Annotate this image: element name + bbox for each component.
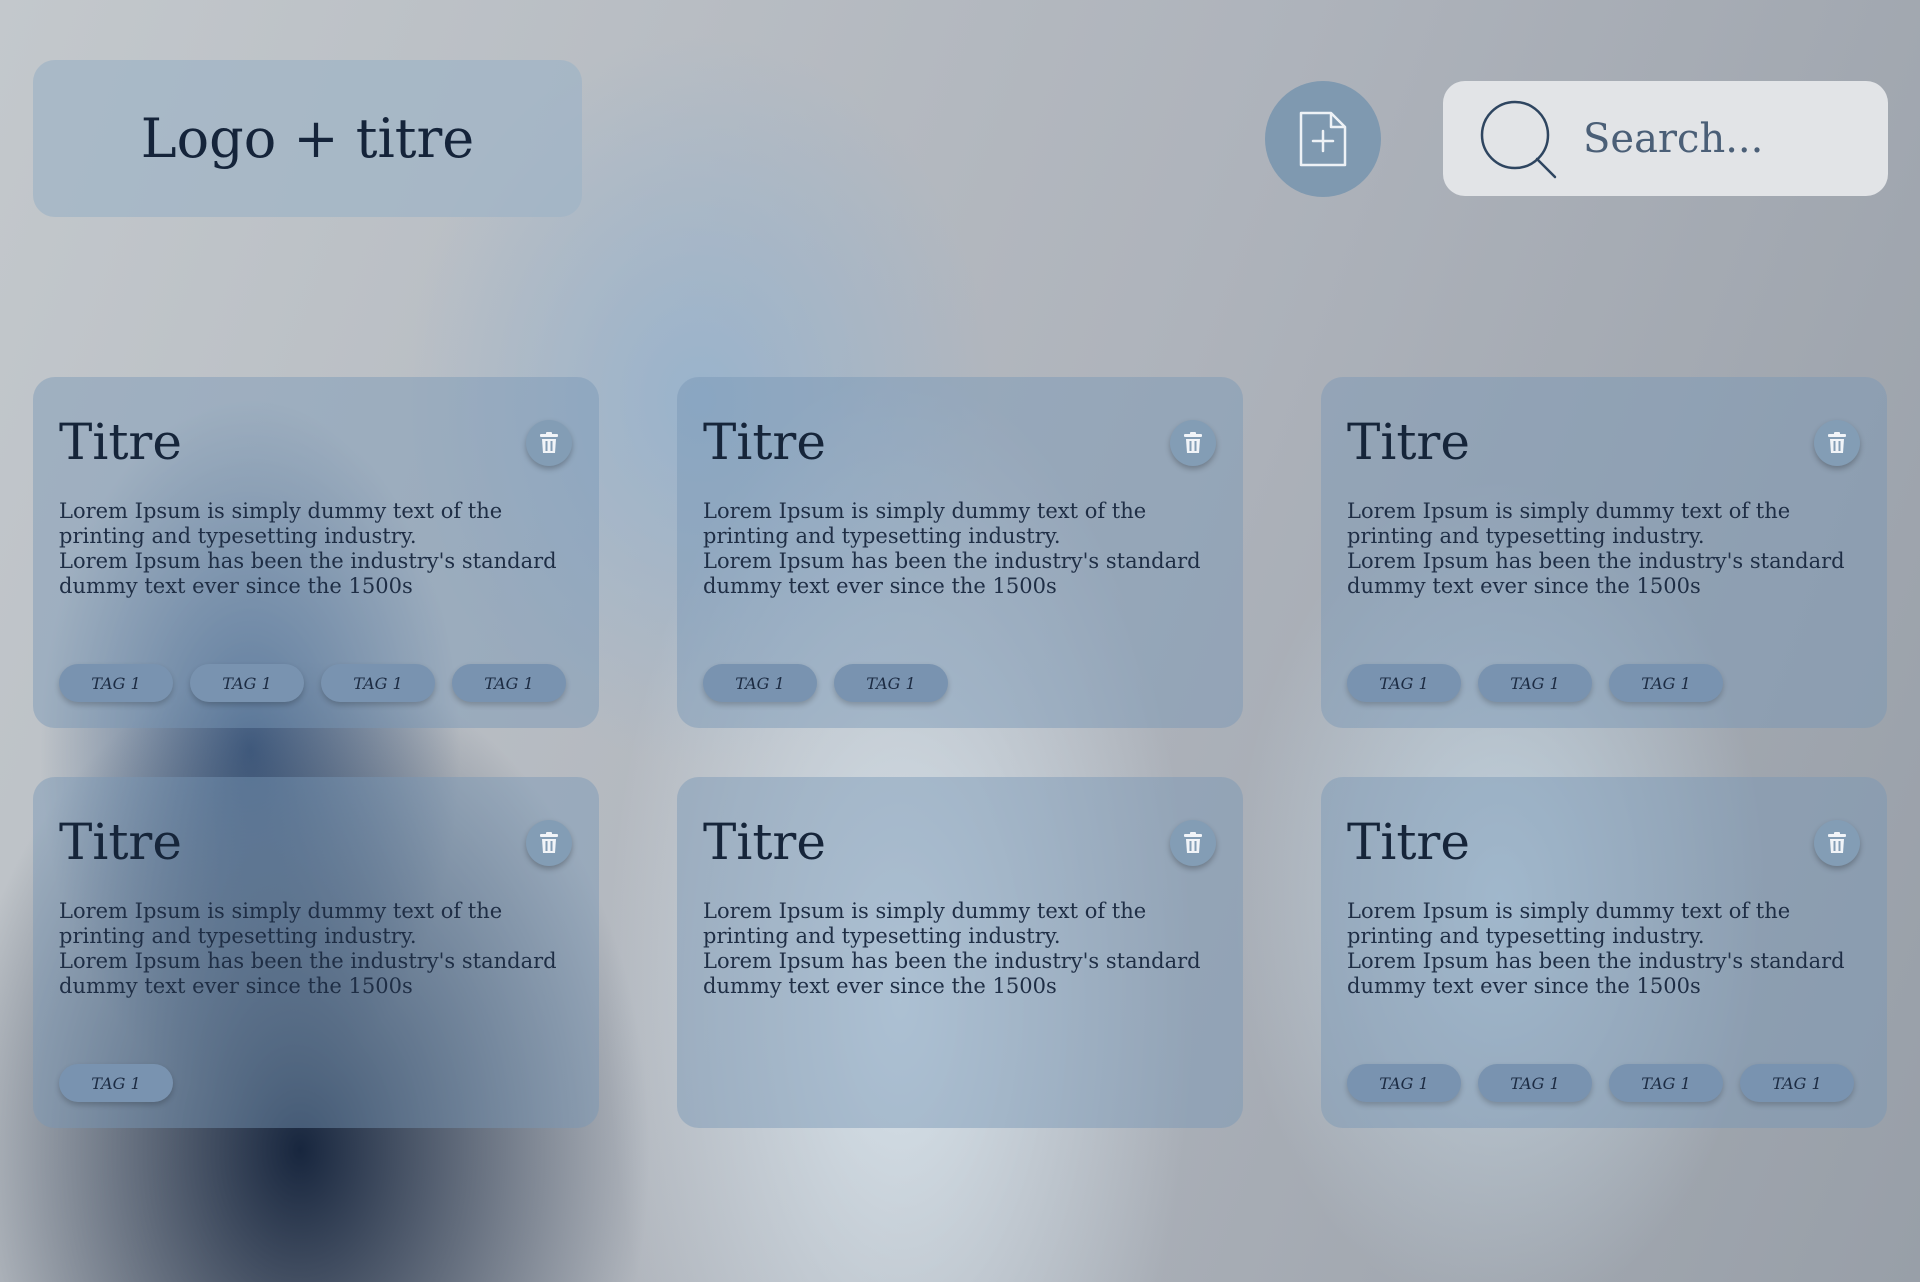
card-title: Titre xyxy=(703,413,826,471)
tag-list: TAG 1 TAG 1 TAG 1 TAG 1 xyxy=(1347,1064,1854,1102)
trash-icon xyxy=(1827,832,1847,854)
tag-chip[interactable]: TAG 1 xyxy=(1609,1064,1723,1102)
card-text-line: Lorem Ipsum has been the industry's stan… xyxy=(1347,949,1845,998)
delete-card-button[interactable] xyxy=(1170,820,1216,866)
card-text-line: Lorem Ipsum is simply dummy text of the … xyxy=(1347,899,1791,948)
delete-card-button[interactable] xyxy=(1814,420,1860,466)
search-bar[interactable] xyxy=(1443,81,1888,196)
trash-icon xyxy=(1827,432,1847,454)
tag-chip[interactable]: TAG 1 xyxy=(834,664,948,702)
add-document-button[interactable] xyxy=(1265,81,1381,197)
tag-chip[interactable]: TAG 1 xyxy=(1609,664,1723,702)
note-card[interactable]: Titre Lorem Ipsum is simply dummy text o… xyxy=(677,777,1243,1128)
note-card[interactable]: Titre Lorem Ipsum is simply dummy text o… xyxy=(33,377,599,728)
tag-chip[interactable]: TAG 1 xyxy=(1347,664,1461,702)
card-description: Lorem Ipsum is simply dummy text of the … xyxy=(59,899,579,999)
tag-chip[interactable]: TAG 1 xyxy=(59,1064,173,1102)
card-description: Lorem Ipsum is simply dummy text of the … xyxy=(1347,899,1867,999)
card-text-line: Lorem Ipsum has been the industry's stan… xyxy=(703,949,1201,998)
trash-icon xyxy=(539,832,559,854)
tag-chip[interactable]: TAG 1 xyxy=(1478,664,1592,702)
delete-card-button[interactable] xyxy=(1170,420,1216,466)
note-card[interactable]: Titre Lorem Ipsum is simply dummy text o… xyxy=(33,777,599,1128)
card-text-line: Lorem Ipsum has been the industry's stan… xyxy=(59,549,557,598)
search-input[interactable] xyxy=(1581,114,1875,163)
tag-chip[interactable]: TAG 1 xyxy=(703,664,817,702)
tag-chip[interactable]: TAG 1 xyxy=(190,664,304,702)
note-card[interactable]: Titre Lorem Ipsum is simply dummy text o… xyxy=(677,377,1243,728)
trash-icon xyxy=(1183,832,1203,854)
delete-card-button[interactable] xyxy=(526,820,572,866)
tag-list: TAG 1 TAG 1 TAG 1 xyxy=(1347,664,1723,702)
tag-chip[interactable]: TAG 1 xyxy=(452,664,566,702)
logo-title: Logo + titre xyxy=(33,60,582,217)
tag-list: TAG 1 xyxy=(59,1064,173,1102)
card-title: Titre xyxy=(1347,813,1470,871)
tag-chip[interactable]: TAG 1 xyxy=(321,664,435,702)
search-icon xyxy=(1480,100,1557,178)
card-title: Titre xyxy=(703,813,826,871)
card-text-line: Lorem Ipsum is simply dummy text of the … xyxy=(703,499,1147,548)
trash-icon xyxy=(1183,432,1203,454)
tag-chip[interactable]: TAG 1 xyxy=(59,664,173,702)
add-document-icon xyxy=(1299,111,1347,167)
card-text-line: Lorem Ipsum has been the industry's stan… xyxy=(703,549,1201,598)
note-card[interactable]: Titre Lorem Ipsum is simply dummy text o… xyxy=(1321,377,1887,728)
tag-chip[interactable]: TAG 1 xyxy=(1740,1064,1854,1102)
delete-card-button[interactable] xyxy=(1814,820,1860,866)
trash-icon xyxy=(539,432,559,454)
tag-chip[interactable]: TAG 1 xyxy=(1347,1064,1461,1102)
card-text-line: Lorem Ipsum has been the industry's stan… xyxy=(1347,549,1845,598)
card-description: Lorem Ipsum is simply dummy text of the … xyxy=(703,899,1223,999)
card-text-line: Lorem Ipsum is simply dummy text of the … xyxy=(703,899,1147,948)
card-title: Titre xyxy=(59,413,182,471)
tag-list: TAG 1 TAG 1 xyxy=(703,664,948,702)
tag-list: TAG 1 TAG 1 TAG 1 TAG 1 xyxy=(59,664,566,702)
card-title: Titre xyxy=(1347,413,1470,471)
card-description: Lorem Ipsum is simply dummy text of the … xyxy=(1347,499,1867,599)
card-text-line: Lorem Ipsum is simply dummy text of the … xyxy=(1347,499,1791,548)
card-description: Lorem Ipsum is simply dummy text of the … xyxy=(703,499,1223,599)
tag-chip[interactable]: TAG 1 xyxy=(1478,1064,1592,1102)
delete-card-button[interactable] xyxy=(526,420,572,466)
card-text-line: Lorem Ipsum has been the industry's stan… xyxy=(59,949,557,998)
card-title: Titre xyxy=(59,813,182,871)
card-text-line: Lorem Ipsum is simply dummy text of the … xyxy=(59,899,503,948)
note-card[interactable]: Titre Lorem Ipsum is simply dummy text o… xyxy=(1321,777,1887,1128)
card-description: Lorem Ipsum is simply dummy text of the … xyxy=(59,499,579,599)
card-text-line: Lorem Ipsum is simply dummy text of the … xyxy=(59,499,503,548)
